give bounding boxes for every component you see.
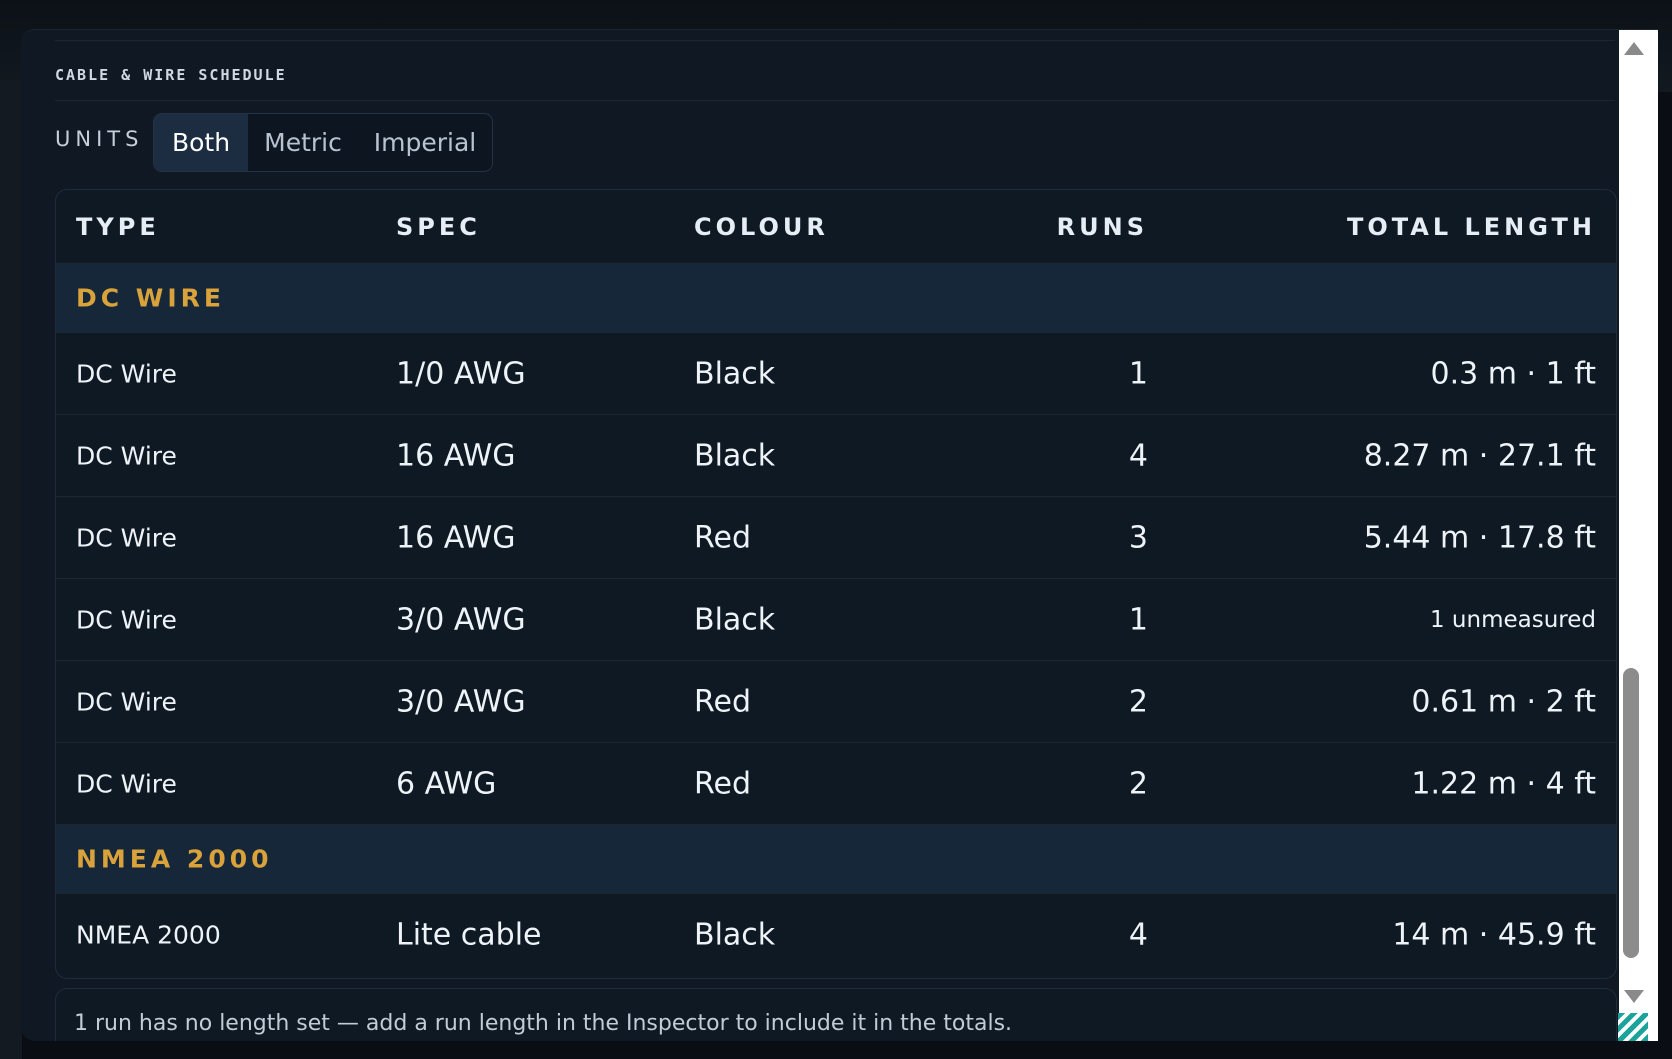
- scroll-up-arrow-icon[interactable]: [1624, 42, 1644, 55]
- cell-runs: 4: [1128, 438, 1148, 473]
- cell-total-length: 1 unmeasured: [1429, 606, 1596, 633]
- table-row: DC Wire 16 AWG Black 4 8.27 m · 27.1 ft: [56, 415, 1616, 497]
- group-label: DC WIRE: [76, 283, 226, 313]
- cell-colour: Black: [694, 356, 776, 391]
- units-imperial-button[interactable]: Imperial: [358, 114, 492, 171]
- table-row: DC Wire 1/0 AWG Black 1 0.3 m · 1 ft: [56, 333, 1616, 415]
- cell-total-length: 0.3 m · 1 ft: [1430, 356, 1597, 391]
- group-header-dc-wire: DC WIRE: [56, 264, 1616, 333]
- table-row: DC Wire 3/0 AWG Red 2 0.61 m · 2 ft: [56, 661, 1616, 743]
- app-backdrop-left: [0, 80, 22, 1059]
- group-label: NMEA 2000: [76, 844, 273, 874]
- cell-spec: Lite cable: [396, 917, 542, 952]
- table-row: DC Wire 16 AWG Red 3 5.44 m · 17.8 ft: [56, 497, 1616, 579]
- cell-runs: 2: [1128, 684, 1148, 719]
- cell-type: DC Wire: [76, 687, 177, 716]
- divider: [55, 100, 1615, 101]
- column-header-type: TYPE: [76, 212, 160, 241]
- note-text: 1 run has no length set — add a run leng…: [74, 1011, 1013, 1036]
- scroll-down-arrow-icon[interactable]: [1624, 990, 1644, 1003]
- cell-spec: 3/0 AWG: [396, 602, 526, 637]
- cell-total-length: 5.44 m · 17.8 ft: [1363, 520, 1596, 555]
- cell-runs: 3: [1128, 520, 1148, 555]
- panel-title: CABLE & WIRE SCHEDULE: [55, 66, 287, 84]
- cell-runs: 2: [1128, 766, 1148, 801]
- divider: [55, 40, 1615, 41]
- cell-type: DC Wire: [76, 523, 177, 552]
- units-both-button[interactable]: Both: [154, 114, 248, 171]
- table-header: TYPE SPEC COLOUR RUNS TOTAL LENGTH: [56, 190, 1616, 264]
- cable-schedule-dialog: CABLE & WIRE SCHEDULE UNITS Both Metric …: [21, 29, 1658, 1041]
- cell-type: DC Wire: [76, 441, 177, 470]
- cell-colour: Red: [694, 766, 751, 801]
- cell-colour: Black: [694, 602, 776, 637]
- units-metric-button[interactable]: Metric: [248, 114, 358, 171]
- group-header-nmea-2000: NMEA 2000: [56, 825, 1616, 894]
- cell-runs: 4: [1128, 917, 1148, 952]
- cell-total-length: 8.27 m · 27.1 ft: [1363, 438, 1596, 473]
- table-row: DC Wire 3/0 AWG Black 1 1 unmeasured: [56, 579, 1616, 661]
- cell-type: DC Wire: [76, 359, 177, 388]
- cell-spec: 16 AWG: [396, 520, 516, 555]
- cell-type: DC Wire: [76, 605, 177, 634]
- cell-spec: 6 AWG: [396, 766, 497, 801]
- cell-spec: 16 AWG: [396, 438, 516, 473]
- schedule-table: TYPE SPEC COLOUR RUNS TOTAL LENGTH DC WI…: [55, 189, 1617, 979]
- cell-type: DC Wire: [76, 769, 177, 798]
- cell-total-length: 14 m · 45.9 ft: [1392, 917, 1596, 952]
- cell-runs: 1: [1128, 602, 1148, 637]
- cell-spec: 1/0 AWG: [396, 356, 526, 391]
- cell-total-length: 0.61 m · 2 ft: [1411, 684, 1596, 719]
- table-row: NMEA 2000 Lite cable Black 4 14 m · 45.9…: [56, 894, 1616, 975]
- column-header-total-length: TOTAL LENGTH: [1346, 212, 1596, 241]
- scrollbar-thumb[interactable]: [1623, 668, 1639, 958]
- cell-colour: Black: [694, 917, 776, 952]
- cell-type: NMEA 2000: [76, 920, 221, 949]
- resize-grip-icon[interactable]: [1618, 1013, 1648, 1041]
- cell-colour: Black: [694, 438, 776, 473]
- units-toggle: Both Metric Imperial: [153, 113, 493, 172]
- cell-spec: 3/0 AWG: [396, 684, 526, 719]
- column-header-spec: SPEC: [396, 212, 481, 241]
- cell-colour: Red: [694, 684, 751, 719]
- column-header-colour: COLOUR: [694, 212, 829, 241]
- column-header-runs: RUNS: [1056, 212, 1148, 241]
- cell-runs: 1: [1128, 356, 1148, 391]
- cell-total-length: 1.22 m · 4 ft: [1411, 766, 1596, 801]
- units-label: UNITS: [55, 127, 144, 151]
- cell-colour: Red: [694, 520, 751, 555]
- table-row: DC Wire 6 AWG Red 2 1.22 m · 4 ft: [56, 743, 1616, 825]
- unmeasured-note: 1 run has no length set — add a run leng…: [55, 988, 1617, 1041]
